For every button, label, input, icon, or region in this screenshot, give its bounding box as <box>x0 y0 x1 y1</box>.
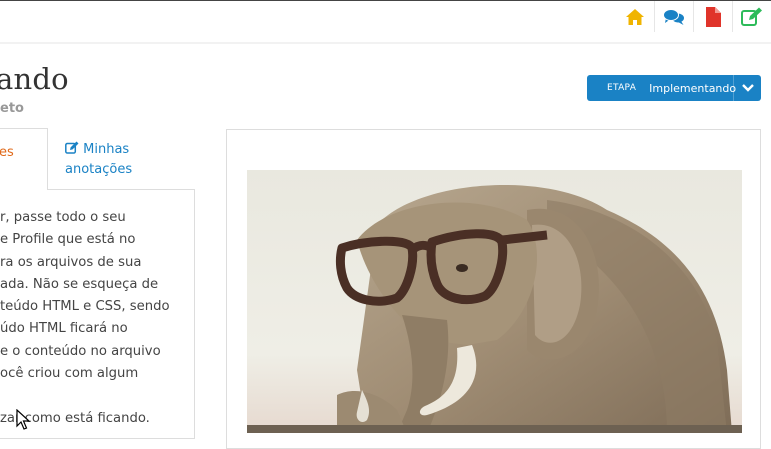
etapa-value: Implementando <box>649 81 737 95</box>
top-bar-divider <box>0 42 771 44</box>
top-bar-icons <box>616 1 771 32</box>
etapa-dropdown[interactable]: ETAPA Implementando <box>587 75 761 101</box>
chevron-down-icon <box>733 75 761 101</box>
comments-icon <box>663 8 684 25</box>
text-line: e o conteúdo no arquivo <box>0 343 161 359</box>
edit-icon <box>741 7 762 26</box>
text-line: teúdo HTML e CSS, sendo <box>0 299 170 315</box>
tab-notes-line2: anotações <box>65 162 133 177</box>
home-icon <box>626 8 644 25</box>
tab-instructions[interactable]: es <box>0 128 48 190</box>
edit-button[interactable] <box>732 1 771 32</box>
text-line: ocê criou com algum <box>0 366 139 382</box>
text-line: ra os arquivos de sua <box>0 254 142 270</box>
instructions-text: r, passe todo o seu e Profile que está n… <box>0 207 190 430</box>
tab-instructions-label: es <box>0 145 14 160</box>
top-bar <box>0 0 771 32</box>
etapa-label: ETAPA <box>607 83 637 93</box>
text-line: údo HTML ficará no <box>0 321 128 337</box>
text-line: r, passe todo o seu <box>0 210 126 225</box>
tab-notes-line1: Minhas <box>83 142 130 157</box>
mouse-cursor-icon <box>16 409 30 430</box>
page-subtitle: eto <box>0 101 24 116</box>
tab-notes[interactable]: Minhas anotações <box>65 140 132 180</box>
page-title: ando <box>0 62 69 96</box>
pdf-file-icon <box>706 6 721 27</box>
pdf-button[interactable] <box>693 1 732 32</box>
home-button[interactable] <box>616 1 654 32</box>
text-line: ada. Não se esqueça de <box>0 276 159 292</box>
elephant-image <box>247 170 742 433</box>
comments-button[interactable] <box>654 1 693 32</box>
edit-icon <box>65 141 79 154</box>
text-line: e Profile que está no <box>0 232 136 248</box>
